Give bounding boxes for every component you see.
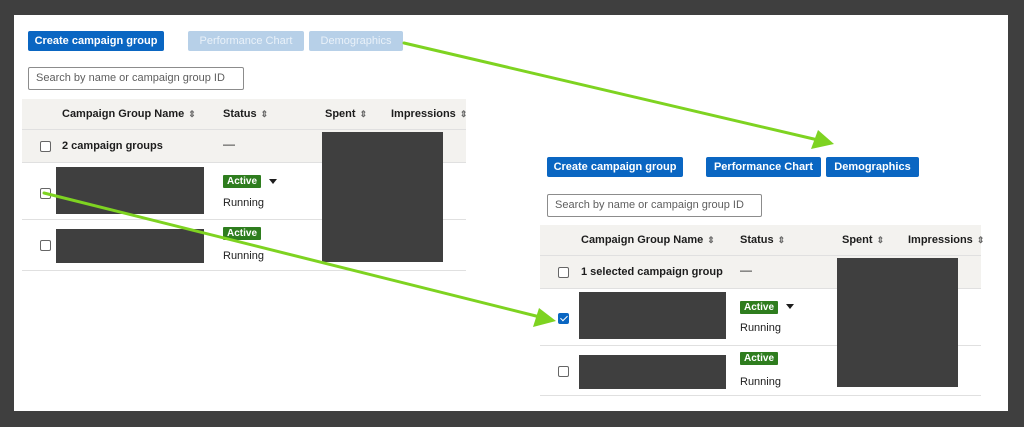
sort-icon: ⇕	[707, 234, 715, 245]
summary-label: 1 selected campaign group	[581, 266, 723, 278]
row-checkbox[interactable]	[40, 240, 51, 251]
sort-icon: ⇕	[359, 108, 368, 119]
table-header: Campaign Group Name ⇕ Status ⇕ Spent ⇕ Impr…	[22, 99, 467, 130]
row-checkbox[interactable]	[40, 188, 51, 199]
summary-status: —	[223, 137, 235, 151]
sort-icon: ⇕	[976, 234, 985, 245]
status-text: Running	[223, 197, 264, 209]
summary-label: 2 campaign groups	[62, 140, 163, 152]
table-header: Campaign Group Name ⇕ Status ⇕ Spent ⇕ Impr…	[540, 225, 984, 256]
redacted-metrics	[837, 258, 958, 387]
redacted-name	[579, 355, 726, 389]
column-header-spent[interactable]: Spent ⇕	[325, 108, 367, 120]
sort-icon: ⇕	[876, 234, 885, 245]
status-text: Running	[740, 376, 781, 388]
column-header-status[interactable]: Status ⇕	[740, 234, 785, 246]
campaign-table: Campaign Group Name ⇕ Status ⇕ Spent ⇕ Impr…	[540, 225, 984, 396]
select-all-checkbox[interactable]	[40, 141, 51, 152]
column-header-spent[interactable]: Spent ⇕	[842, 234, 884, 246]
status-text: Running	[740, 322, 781, 334]
row-checkbox[interactable]	[558, 366, 569, 377]
sort-icon: ⇕	[777, 234, 786, 245]
select-all-checkbox[interactable]	[558, 267, 569, 278]
campaign-table: Campaign Group Name ⇕ Status ⇕ Spent ⇕ Impr…	[22, 99, 467, 271]
column-header-impressions[interactable]: Impressions ⇕	[908, 234, 984, 246]
status-badge: Active	[740, 301, 779, 314]
column-header-impressions[interactable]: Impressions ⇕	[391, 108, 467, 120]
search-input[interactable]: Search by name or campaign group ID	[28, 67, 244, 90]
redacted-name	[56, 229, 204, 263]
status-text: Running	[223, 250, 264, 262]
create-campaign-group-button[interactable]: Create campaign group	[547, 157, 683, 177]
redacted-name	[579, 292, 726, 339]
performance-chart-button[interactable]: Performance Chart	[188, 31, 304, 51]
sort-icon: ⇕	[459, 108, 468, 119]
status-badge: Active	[740, 352, 779, 365]
status-dropdown-icon[interactable]	[269, 179, 277, 184]
performance-chart-button[interactable]: Performance Chart	[706, 157, 821, 177]
demographics-button[interactable]: Demographics	[826, 157, 919, 177]
redacted-metrics	[322, 132, 443, 262]
redacted-name	[56, 167, 204, 214]
column-header-name[interactable]: Campaign Group Name ⇕	[581, 234, 715, 246]
sort-icon: ⇕	[188, 108, 196, 119]
sort-icon: ⇕	[260, 108, 269, 119]
column-header-name[interactable]: Campaign Group Name ⇕	[62, 108, 196, 120]
column-header-status[interactable]: Status ⇕	[223, 108, 268, 120]
status-badge: Active	[223, 227, 262, 240]
status-badge: Active	[223, 175, 262, 188]
summary-status: —	[740, 263, 752, 277]
search-input[interactable]: Search by name or campaign group ID	[547, 194, 762, 217]
row-checkbox-checked[interactable]	[558, 313, 569, 324]
status-dropdown-icon[interactable]	[786, 304, 794, 309]
demographics-button[interactable]: Demographics	[309, 31, 403, 51]
create-campaign-group-button[interactable]: Create campaign group	[28, 31, 164, 51]
